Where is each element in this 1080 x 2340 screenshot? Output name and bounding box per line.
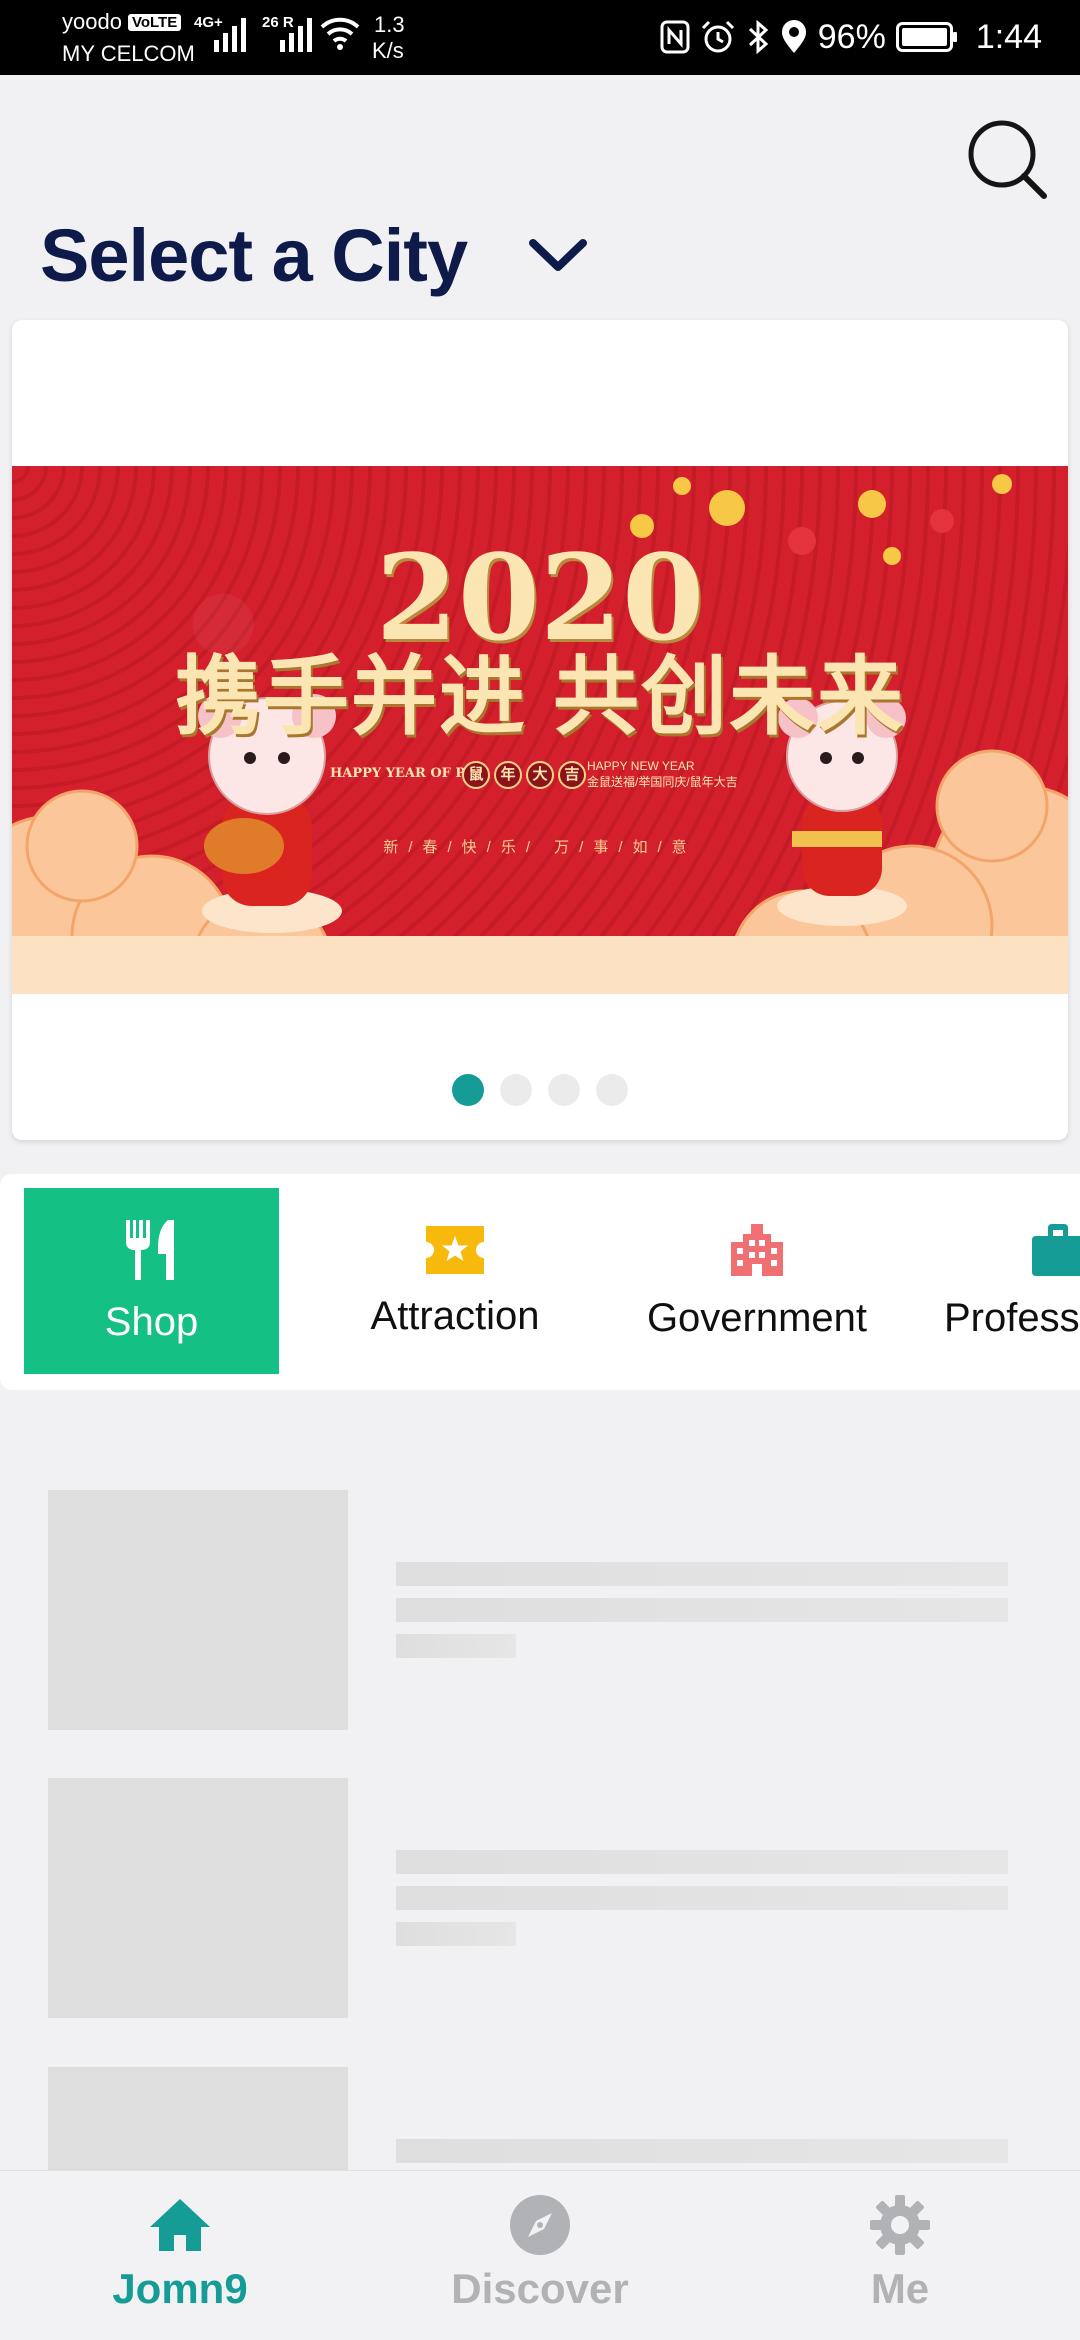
- battery-icon: [895, 22, 957, 52]
- category-label: Profess: [944, 1295, 1080, 1340]
- clock: 1:44: [975, 17, 1042, 56]
- network-speed-value: 1.3: [374, 12, 405, 37]
- banner-seal: 鼠 年 大 吉: [462, 761, 586, 789]
- carousel-dot[interactable]: [500, 1074, 532, 1106]
- category-label: Shop: [104, 1299, 199, 1344]
- nav-tab-discover[interactable]: Discover: [360, 2171, 720, 2340]
- carousel-indicator: [12, 1074, 1068, 1106]
- banner-carousel[interactable]: 2020 携手并进 共创未来 HAPPY YEAR OF PIG 鼠 年 大 吉…: [12, 320, 1068, 1140]
- fork-knife-icon: [125, 1219, 174, 1280]
- bottom-navigation: Jomn9 Discover Me: [0, 2170, 1080, 2340]
- seal-char: 鼠: [462, 761, 490, 789]
- seal-char: 大: [526, 761, 554, 789]
- carousel-dot[interactable]: [452, 1074, 484, 1106]
- chevron-down-icon: [529, 239, 588, 271]
- carousel-dot[interactable]: [596, 1074, 628, 1106]
- seal-char: 年: [494, 761, 522, 789]
- battery-percent: 96%: [817, 17, 886, 56]
- category-professional[interactable]: Profess: [944, 1188, 1080, 1374]
- home-icon: [150, 2199, 210, 2251]
- signal-icon: [280, 18, 312, 52]
- list-item-placeholder: [0, 1490, 1080, 1730]
- search-icon[interactable]: [964, 116, 1050, 202]
- bluetooth-icon: [748, 19, 768, 55]
- category-tabs: Shop Attraction Government Profess: [0, 1174, 1080, 1390]
- nav-label: Discover: [451, 2265, 629, 2312]
- banner-image[interactable]: 2020 携手并进 共创未来 HAPPY YEAR OF PIG 鼠 年 大 吉…: [12, 466, 1068, 994]
- banner-subtitle-right: HAPPY NEW YEAR 金鼠送福/举国同庆/鼠年大吉: [587, 759, 738, 789]
- gear-icon: [870, 2195, 930, 2255]
- category-label: Government: [646, 1295, 868, 1340]
- signal-icon: [214, 18, 246, 52]
- volte-badge: VoLTE: [127, 14, 182, 31]
- nav-label: Jomn9: [112, 2265, 248, 2312]
- wifi-icon: [320, 17, 360, 50]
- banner-slogan: 携手并进 共创未来: [175, 649, 905, 745]
- category-government[interactable]: Government: [630, 1188, 884, 1374]
- category-label: Attraction: [370, 1293, 540, 1338]
- category-attraction[interactable]: Attraction: [330, 1188, 580, 1374]
- thumbnail-placeholder: [48, 1490, 348, 1730]
- compass-icon: [510, 2195, 570, 2255]
- nav-tab-me[interactable]: Me: [720, 2171, 1080, 2340]
- text-placeholder: [396, 1850, 1008, 1874]
- text-placeholder: [396, 1886, 1008, 1910]
- status-bar: yoodo VoLTE MY CELCOM 4G+ 26 R 1.3 K/s 9…: [0, 0, 1080, 75]
- carousel-dot[interactable]: [548, 1074, 580, 1106]
- alarm-icon: [701, 20, 734, 53]
- carrier-name-secondary: MY CELCOM: [62, 41, 195, 66]
- network-speed-unit: K/s: [372, 38, 404, 63]
- banner-subtitle: HAPPY YEAR OF PIG: [330, 766, 483, 781]
- nav-label: Me: [870, 2265, 930, 2312]
- briefcase-icon: [1032, 1223, 1080, 1276]
- ticket-star-icon: [426, 1225, 484, 1274]
- banner-greeting: 新/春/快/乐/ 万/事/如/意: [383, 839, 697, 856]
- carrier-name: yoodo VoLTE: [62, 9, 182, 35]
- building-icon: [731, 1223, 783, 1276]
- text-placeholder: [396, 2139, 1008, 2163]
- list-item-placeholder: [0, 1778, 1080, 2018]
- nfc-icon: [660, 20, 690, 54]
- nav-tab-home[interactable]: Jomn9: [0, 2171, 360, 2340]
- seal-char: 吉: [558, 761, 586, 789]
- page-title: Select a City: [40, 213, 468, 297]
- text-placeholder: [396, 1922, 516, 1946]
- text-placeholder: [396, 1598, 1008, 1622]
- thumbnail-placeholder: [48, 1778, 348, 2018]
- city-selector[interactable]: Select a City: [40, 205, 589, 305]
- location-icon: [781, 20, 806, 53]
- text-placeholder: [396, 1634, 516, 1658]
- text-placeholder: [396, 1562, 1008, 1586]
- category-shop[interactable]: Shop: [24, 1188, 279, 1374]
